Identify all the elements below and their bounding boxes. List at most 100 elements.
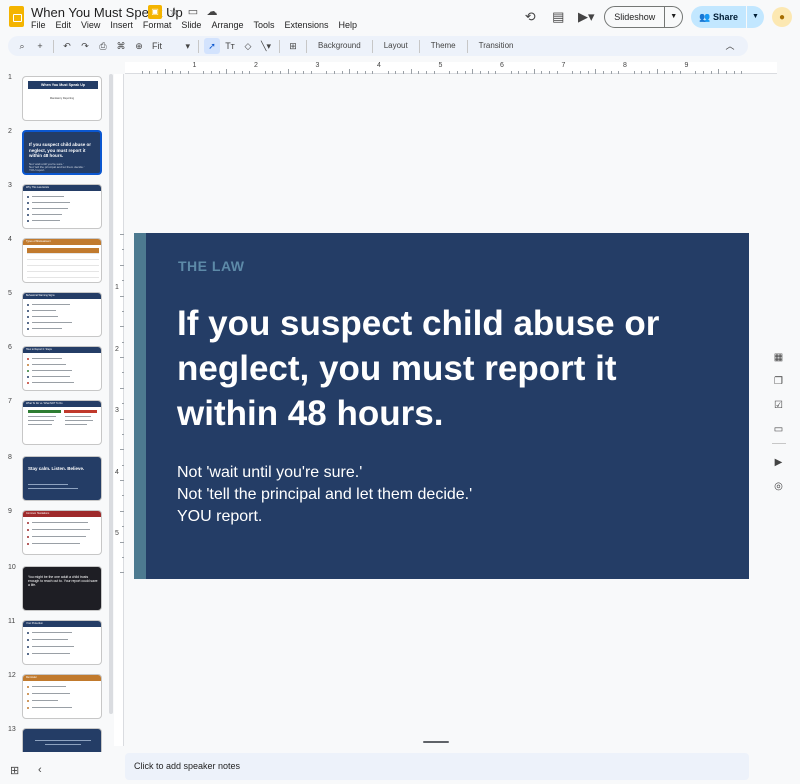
thumbnail-row-3[interactable]: 3 Why This Law Exists — [0, 182, 110, 230]
slide-thumbnail-6[interactable]: How to Report It: Steps — [22, 346, 102, 391]
toolbar-divider — [466, 39, 468, 53]
gemini-icon[interactable]: ◎ — [772, 480, 785, 493]
ruler-tick — [672, 71, 674, 74]
comments-icon[interactable]: ▤ — [548, 7, 568, 27]
collapse-filmstrip-icon[interactable]: ‹ — [38, 764, 42, 776]
menu-view[interactable]: View — [81, 20, 100, 30]
slide-thumbnail-1[interactable]: When You Must Speak Up Mandatory Reporti… — [22, 76, 102, 121]
thumbnail-row-1[interactable]: 1 When You Must Speak Up Mandatory Repor… — [0, 74, 110, 122]
menu-tools[interactable]: Tools — [253, 20, 274, 30]
zoom-icon[interactable]: ⊕ — [131, 38, 147, 54]
ruler-tick — [464, 71, 466, 74]
ruler-number: 5 — [115, 530, 119, 537]
shape-icon[interactable]: ◇ — [240, 38, 256, 54]
thumbnail-row-7[interactable]: 7 What To Do vs. What NOT To Do — [0, 398, 110, 446]
folder-icon[interactable]: ▭ — [772, 423, 785, 436]
slide-thumbnail-8[interactable]: Stay calm. Listen. Believe. — [22, 456, 102, 501]
thumbnail-row-11[interactable]: 11 Your Protection — [0, 618, 110, 666]
cloud-status-icon[interactable]: ☁ — [205, 5, 219, 19]
new-slide-icon[interactable]: + — [32, 38, 48, 54]
slide-thumbnail-9[interactable]: Common Hesitations — [22, 510, 102, 555]
slide-thumbnail-10[interactable]: You might be the one adult a child trust… — [22, 566, 102, 611]
add-comment-icon[interactable]: ⊞ — [285, 38, 301, 54]
thumbnail-row-9[interactable]: 9 Common Hesitations — [0, 508, 110, 556]
thumb-title: Common Hesitations — [23, 511, 101, 517]
ruler-tick — [280, 71, 282, 74]
background-button[interactable]: Background — [312, 38, 367, 54]
thumbnail-row-2[interactable]: 2 If you suspect child abuse or neglect,… — [0, 128, 110, 176]
toolbar-divider — [418, 39, 420, 53]
slide-body[interactable]: Not 'wait until you're sure.' Not 'tell … — [177, 462, 727, 528]
zoom-select[interactable]: Fit ▾ — [149, 38, 193, 54]
star-icon[interactable]: ☆ — [167, 5, 181, 19]
move-folder-icon[interactable]: ▭ — [186, 5, 200, 19]
menu-arrange[interactable]: Arrange — [211, 20, 243, 30]
notes-resize-handle[interactable] — [423, 741, 449, 743]
thumbnail-row-12[interactable]: 12 Reminder — [0, 672, 110, 720]
share-dropdown-icon[interactable]: ▼ — [746, 6, 764, 28]
menu-edit[interactable]: Edit — [56, 20, 72, 30]
keep-icon[interactable]: ❐ — [772, 375, 785, 388]
toolbar-divider — [306, 39, 307, 53]
theme-button[interactable]: Theme — [425, 38, 462, 54]
slides-logo-icon[interactable] — [9, 6, 24, 27]
present-icon[interactable]: ▶ — [772, 456, 785, 469]
line-icon[interactable]: ╲▾ — [258, 38, 274, 54]
thumb-title: You might be the one adult a child trust… — [28, 575, 98, 588]
grid-view-icon[interactable]: ⊞ — [10, 764, 19, 777]
tasks-icon[interactable]: ☑ — [772, 399, 785, 412]
menu-format[interactable]: Format — [143, 20, 172, 30]
account-avatar[interactable]: ● — [772, 7, 792, 27]
menu-extensions[interactable]: Extensions — [284, 20, 328, 30]
slide-thumbnail-5[interactable]: Behavioral Warning Signs — [22, 292, 102, 337]
thumbnail-row-4[interactable]: 4 Types of Mistreatment — [0, 236, 110, 284]
slide-headline[interactable]: If you suspect child abuse or neglect, y… — [177, 301, 727, 436]
collapse-toolbar-icon[interactable]: ︿ — [722, 38, 738, 54]
ruler-tick — [122, 464, 124, 466]
meet-camera-icon[interactable]: ▶▾ — [576, 7, 596, 27]
thumbnail-row-6[interactable]: 6 How to Report It: Steps — [0, 344, 110, 392]
slide-thumbnail-4[interactable]: Types of Mistreatment — [22, 238, 102, 283]
thumb-title: Your Protection — [23, 621, 101, 627]
share-button[interactable]: 👥 Share — [691, 6, 746, 28]
slide-number: 13 — [8, 726, 16, 733]
thumbnail-row-8[interactable]: 8 Stay calm. Listen. Believe. — [0, 454, 110, 502]
slide-canvas[interactable]: THE LAW If you suspect child abuse or ne… — [134, 233, 749, 579]
undo-icon[interactable]: ↶ — [59, 38, 75, 54]
menu-file[interactable]: File — [31, 20, 46, 30]
select-arrow-icon[interactable]: ➚ — [204, 38, 220, 54]
redo-icon[interactable]: ↷ — [77, 38, 93, 54]
layout-button[interactable]: Layout — [378, 38, 414, 54]
slide-thumbnail-3[interactable]: Why This Law Exists — [22, 184, 102, 229]
side-panel-divider — [772, 443, 786, 444]
slide-thumbnail-13[interactable] — [22, 728, 102, 752]
ruler-tick — [356, 71, 358, 74]
search-menus-icon[interactable]: ⌕ — [14, 38, 30, 54]
transition-button[interactable]: Transition — [473, 38, 520, 54]
paint-format-icon[interactable]: ⌘ — [113, 38, 129, 54]
speaker-notes[interactable]: Click to add speaker notes — [125, 753, 749, 780]
version-history-icon[interactable]: ⟲ — [520, 7, 540, 27]
text-box-icon[interactable]: Tт — [222, 38, 238, 54]
menu-insert[interactable]: Insert — [110, 20, 133, 30]
ruler-tick — [120, 418, 124, 420]
menu-slide[interactable]: Slide — [181, 20, 201, 30]
slide-thumbnail-11[interactable]: Your Protection — [22, 620, 102, 665]
ruler-tick — [741, 71, 743, 74]
slide-thumbnail-12[interactable]: Reminder — [22, 674, 102, 719]
thumbnail-row-10[interactable]: 10 You might be the one adult a child tr… — [0, 564, 110, 612]
ruler-tick — [579, 71, 581, 74]
toolbar-divider — [371, 39, 373, 53]
calendar-icon[interactable]: ▦ — [772, 351, 785, 364]
menu-help[interactable]: Help — [339, 20, 358, 30]
ruler-tick — [120, 357, 124, 358]
thumbnail-row-5[interactable]: 5 Behavioral Warning Signs — [0, 290, 110, 338]
slide-thumbnail-7[interactable]: What To Do vs. What NOT To Do — [22, 400, 102, 445]
slideshow-button[interactable]: Slideshow — [605, 7, 664, 27]
slide-thumbnail-2[interactable]: If you suspect child abuse or neglect, y… — [22, 130, 102, 175]
slides-badge-icon[interactable]: ▣ — [148, 5, 162, 19]
slide-kicker[interactable]: THE LAW — [178, 258, 245, 274]
print-icon[interactable]: ⎙ — [95, 38, 111, 54]
thumbnail-row-13[interactable]: 13 — [0, 726, 110, 752]
slideshow-dropdown-icon[interactable]: ▼ — [664, 7, 682, 27]
